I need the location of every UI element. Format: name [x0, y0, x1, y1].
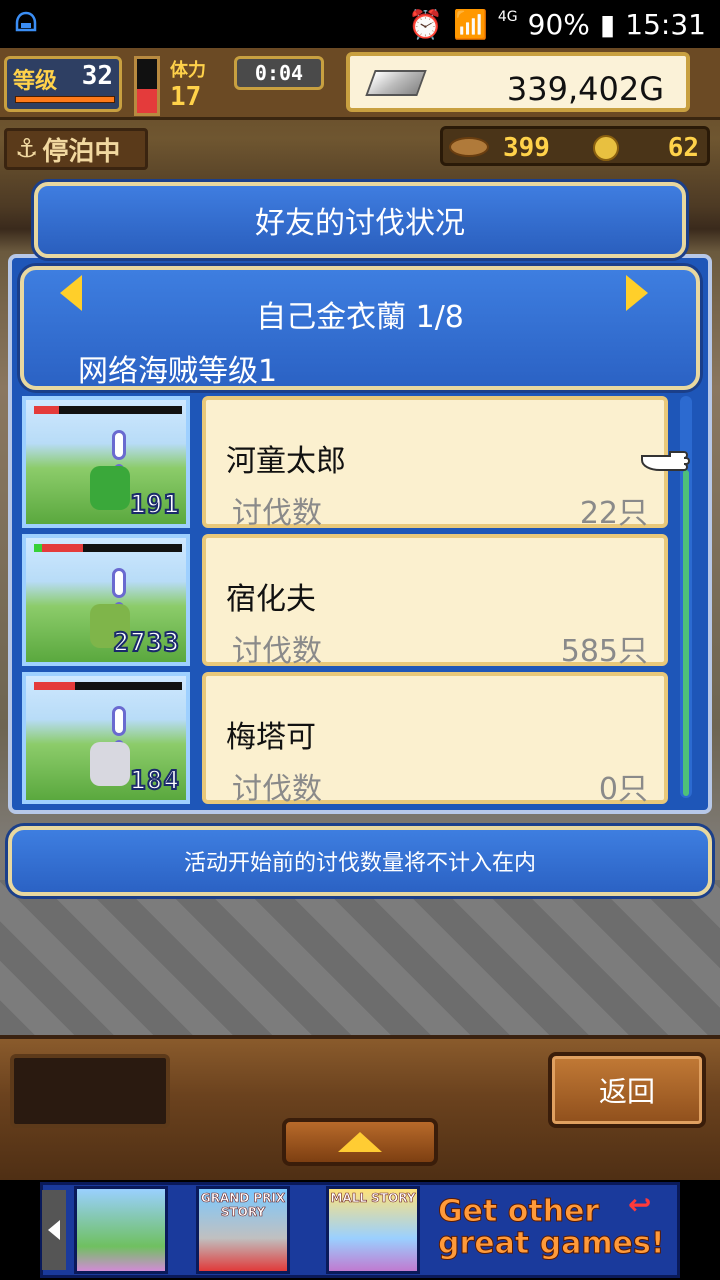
chevron-left-icon — [48, 1220, 60, 1240]
gold-amount: 339,402G — [506, 70, 664, 108]
dialog-note: 活动开始前的讨伐数量将不计入在内 — [8, 826, 712, 896]
resource-2-value: 62 — [667, 133, 699, 163]
anchor-icon: ⚓ — [15, 134, 39, 164]
scrollbar-thumb[interactable] — [683, 470, 689, 796]
hp-bar — [34, 682, 182, 690]
stamina-label: 体力 — [170, 60, 206, 81]
ad-back-button[interactable] — [42, 1190, 66, 1270]
level-label: 等级 — [13, 69, 58, 94]
battery-percent: 90% — [527, 7, 590, 41]
notification-icon — [15, 11, 37, 32]
stamina-display: 体力 17 — [170, 56, 230, 112]
status-bar: ⏰ 📶 4G 90% ▮ 15:31 — [0, 0, 720, 48]
gold-display: 339,402G — [346, 52, 690, 112]
pointing-hand-icon — [641, 451, 690, 471]
monster-sprite — [90, 466, 130, 510]
ad-tile-mall[interactable]: MALL STORY — [326, 1186, 420, 1274]
list-item[interactable]: 184 梅塔可 讨伐数 0只 — [22, 672, 672, 807]
medal-icon — [593, 135, 619, 161]
ad-tile-3-label: MALL STORY — [330, 1191, 416, 1206]
alert-icon — [112, 568, 126, 598]
hp-bar — [34, 544, 182, 552]
docked-status[interactable]: ⚓ 停泊中 — [4, 128, 148, 170]
alert-icon — [112, 430, 126, 460]
battery-icon: ▮ — [599, 7, 616, 41]
exp-bar — [15, 96, 115, 103]
alarm-icon: ⏰ — [408, 7, 443, 41]
friend-name: 自己金衣蘭 1/8 — [256, 300, 464, 335]
monster-card: 梅塔可 讨伐数 0只 — [202, 672, 668, 807]
list-item[interactable]: 191 河童太郎 讨伐数 22只 — [22, 396, 672, 531]
stamina-gauge — [134, 56, 160, 116]
list-item[interactable]: 2733 宿化夫 讨伐数 585只 — [22, 534, 672, 669]
monster-name: 宿化夫 — [226, 582, 316, 617]
monster-thumbnail: 191 — [22, 396, 190, 528]
monster-badge: 184 — [129, 765, 180, 797]
kill-count: 0只 — [598, 772, 648, 807]
stamina-value: 17 — [170, 82, 202, 112]
monster-badge: 191 — [129, 489, 180, 521]
up-arrow-icon — [338, 1132, 382, 1152]
level-value: 32 — [81, 61, 113, 91]
monster-badge: 2733 — [112, 627, 180, 659]
ad-tile-kingdom[interactable] — [74, 1186, 168, 1274]
kill-count-label: 讨伐数 — [232, 634, 322, 669]
monster-card: 宿化夫 讨伐数 585只 — [202, 534, 668, 669]
level-display: 等级 32 — [4, 56, 122, 112]
ad-tile-2-label: GRAND PRIX STORY — [200, 1191, 286, 1220]
dialog-title: 好友的讨伐状况 — [34, 182, 686, 258]
network-label: 4G — [497, 9, 518, 25]
resource-bar: 399 62 — [440, 126, 710, 166]
clock: 15:31 — [625, 7, 706, 41]
expand-menu-button[interactable] — [282, 1118, 438, 1166]
kill-count: 22只 — [579, 496, 648, 531]
wifi-icon: 📶 — [453, 7, 488, 41]
empty-slot — [10, 1054, 170, 1128]
monster-name: 梅塔可 — [226, 720, 316, 755]
friend-header: 自己金衣蘭 1/8 网络海贼等级1 — [20, 266, 700, 390]
next-friend-button[interactable] — [626, 275, 648, 311]
ad-tile-grand-prix[interactable]: GRAND PRIX STORY — [196, 1186, 290, 1274]
monster-card: 河童太郎 讨伐数 22只 — [202, 396, 668, 531]
return-arrow-icon: ↩ — [628, 1188, 652, 1221]
monster-sprite — [90, 742, 130, 786]
docked-label: 停泊中 — [42, 136, 121, 167]
monster-thumbnail: 184 — [22, 672, 190, 804]
monster-list[interactable]: 191 河童太郎 讨伐数 22只 2733 宿化夫 讨伐数 585只 184 梅… — [22, 396, 672, 808]
alert-icon — [112, 706, 126, 736]
friend-rank: 网络海贼等级1 — [78, 354, 278, 389]
back-button[interactable]: 返回 — [548, 1052, 706, 1128]
monster-thumbnail: 2733 — [22, 534, 190, 666]
silver-bar-icon — [365, 70, 427, 96]
resource-1-value: 399 — [503, 133, 550, 163]
prev-friend-button[interactable] — [60, 275, 82, 311]
kill-count-label: 讨伐数 — [232, 772, 322, 807]
hp-bar — [34, 406, 182, 414]
floor-tiles — [0, 880, 720, 1040]
monster-name: 河童太郎 — [226, 444, 346, 479]
wood-icon — [449, 137, 489, 157]
timer: 0:04 — [234, 56, 324, 90]
kill-count: 585只 — [560, 634, 648, 669]
kill-count-label: 讨伐数 — [232, 496, 322, 531]
